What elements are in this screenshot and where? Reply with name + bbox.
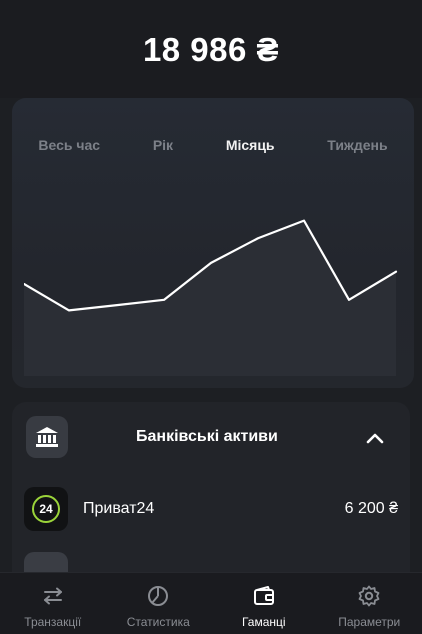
nav-wallets[interactable]: Гаманці	[211, 573, 317, 634]
privat24-logo-text: 24	[32, 495, 60, 523]
balance-chart	[24, 190, 400, 376]
nav-label-transactions: Транзакції	[24, 615, 82, 629]
tab-month[interactable]: Місяць	[220, 133, 281, 157]
account-amount: 6 200 ₴	[344, 500, 398, 517]
chevron-up-icon[interactable]	[362, 426, 388, 450]
period-tabs: Весь час Рік Місяць Тиждень	[12, 128, 414, 162]
transfer-arrows-icon	[42, 585, 64, 607]
bank-icon	[26, 416, 68, 458]
nav-settings[interactable]: Параметри	[317, 573, 422, 634]
nav-label-settings: Параметри	[338, 615, 401, 629]
account-name: Приват24	[83, 500, 155, 517]
pie-chart-icon	[147, 585, 169, 607]
nav-label-wallets: Гаманці	[241, 615, 286, 629]
nav-transactions[interactable]: Транзакції	[0, 573, 106, 634]
wallet-icon	[253, 585, 275, 607]
bottom-navigation: Транзакції Статистика Гаманці Параметри	[0, 572, 422, 634]
gear-icon	[358, 585, 380, 607]
account-row-privat24[interactable]: 24 Приват24 6 200 ₴	[24, 484, 400, 534]
tab-all-time[interactable]: Весь час	[32, 133, 106, 157]
bank-assets-title: Банківські активи	[136, 428, 278, 445]
privat24-logo-icon: 24	[24, 487, 68, 531]
nav-statistics[interactable]: Статистика	[106, 573, 212, 634]
tab-year[interactable]: Рік	[147, 133, 179, 157]
wallets-screen: 18 986 ₴ Весь час Рік Місяць Тиждень Бан…	[0, 0, 422, 634]
total-balance: 18 986 ₴	[142, 31, 280, 68]
chart-area-fill	[24, 220, 396, 376]
tab-week[interactable]: Тиждень	[321, 133, 393, 157]
chart-svg	[24, 219, 398, 376]
balance-header: 18 986 ₴	[0, 0, 422, 98]
nav-label-statistics: Статистика	[126, 615, 190, 629]
